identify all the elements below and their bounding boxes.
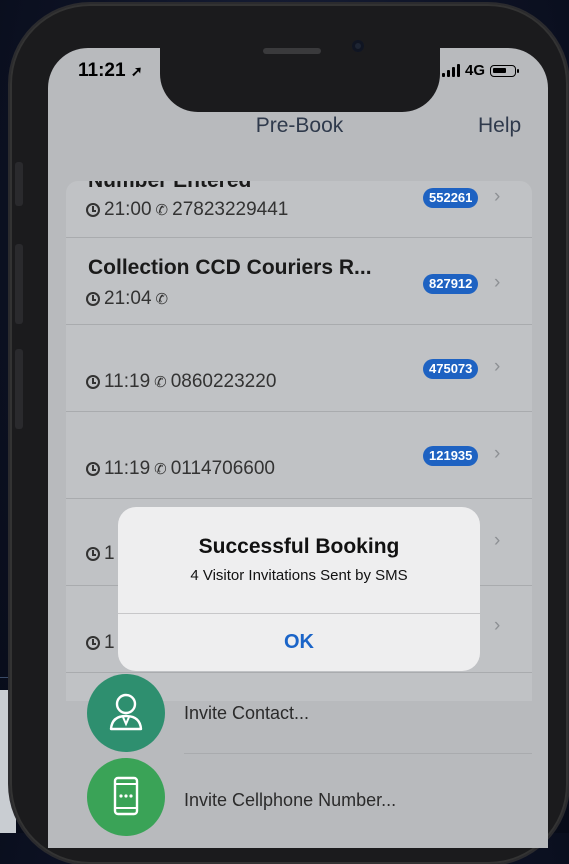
list-item[interactable]: Collection CCD Couriers R... 21:04 ✆ 827… xyxy=(66,238,532,325)
clock-icon xyxy=(86,462,100,476)
success-alert-dialog: Successful Booking 4 Visitor Invitations… xyxy=(118,507,480,671)
row-time: 1 xyxy=(104,632,115,653)
booking-badge: 121935 xyxy=(423,446,479,466)
chevron-right-icon: › xyxy=(494,272,501,293)
chevron-right-icon: › xyxy=(494,615,501,636)
signal-bars-icon xyxy=(442,64,460,77)
row-phone: 27823229441 xyxy=(172,199,289,220)
booking-badge: 827912 xyxy=(423,274,479,294)
notch xyxy=(160,46,440,112)
contact-person-icon xyxy=(109,693,143,731)
row-details: 1 xyxy=(86,632,115,654)
chevron-right-icon: › xyxy=(494,443,501,464)
alert-message: 4 Visitor Invitations Sent by SMS xyxy=(190,567,408,584)
row-phone: 0114706600 xyxy=(170,458,275,479)
invite-contact-button[interactable] xyxy=(87,674,165,752)
invite-contact-row[interactable]: Invite Contact... xyxy=(66,668,532,754)
front-camera xyxy=(352,40,364,52)
status-time: 11:21 ➚ xyxy=(78,60,143,82)
volume-down-button xyxy=(15,349,23,429)
row-title: Number Entered xyxy=(88,181,251,193)
phone-icon: ✆ xyxy=(155,291,169,308)
clock-icon xyxy=(86,375,100,389)
help-button[interactable]: Help xyxy=(478,114,521,138)
list-item[interactable]: 11:19 ✆ 0860223220 475073 › xyxy=(66,325,532,412)
volume-up-button xyxy=(15,244,23,324)
mute-switch xyxy=(15,162,23,206)
row-time: 21:00 xyxy=(104,199,152,220)
clock-icon xyxy=(86,203,100,217)
speaker xyxy=(263,48,321,54)
row-time: 21:04 xyxy=(104,288,152,309)
row-details: 1 xyxy=(86,543,115,565)
row-details: 11:19 ✆ 0114706600 xyxy=(86,458,275,480)
alert-title: Successful Booking xyxy=(198,535,400,558)
list-item[interactable]: 11:19 ✆ 0114706600 121935 › xyxy=(66,412,532,499)
phone-icon: ✆ xyxy=(155,202,169,219)
list-item[interactable]: Number Entered 21:00 ✆ 27823229441 55226… xyxy=(66,181,532,238)
clock-icon xyxy=(86,292,100,306)
chevron-right-icon: › xyxy=(494,186,501,207)
phone-icon: ✆ xyxy=(154,461,167,478)
row-details: 11:19 ✆ 0860223220 xyxy=(86,371,276,393)
clock-icon xyxy=(86,636,100,650)
booking-badge: 552261 xyxy=(423,188,479,208)
invite-cellphone-label: Invite Cellphone Number... xyxy=(184,790,397,810)
status-time-text: 11:21 xyxy=(78,60,126,81)
row-title: Collection CCD Couriers R... xyxy=(88,256,372,279)
row-time: 1 xyxy=(104,543,115,564)
location-arrow-icon: ➚ xyxy=(130,63,143,79)
status-indicators: 4G xyxy=(442,62,520,79)
invite-contact-label: Invite Contact... xyxy=(184,703,310,723)
chevron-right-icon: › xyxy=(494,530,501,551)
chevron-right-icon: › xyxy=(494,356,501,377)
invite-cellphone-row[interactable]: Invite Cellphone Number... xyxy=(66,754,532,836)
row-time: 11:19 xyxy=(104,458,151,479)
ok-button[interactable]: OK xyxy=(118,614,480,671)
invite-cellphone-button[interactable] xyxy=(87,758,165,836)
cellphone-icon xyxy=(113,776,139,816)
row-phone: 0860223220 xyxy=(170,371,277,392)
row-details: 21:04 ✆ xyxy=(86,288,172,310)
battery-icon xyxy=(490,64,520,77)
phone-icon: ✆ xyxy=(154,374,167,391)
row-time: 11:19 xyxy=(104,371,151,392)
row-details: 21:00 ✆ 27823229441 xyxy=(86,199,288,221)
booking-badge: 475073 xyxy=(423,359,479,379)
network-type: 4G xyxy=(465,62,486,79)
clock-icon xyxy=(86,547,100,561)
